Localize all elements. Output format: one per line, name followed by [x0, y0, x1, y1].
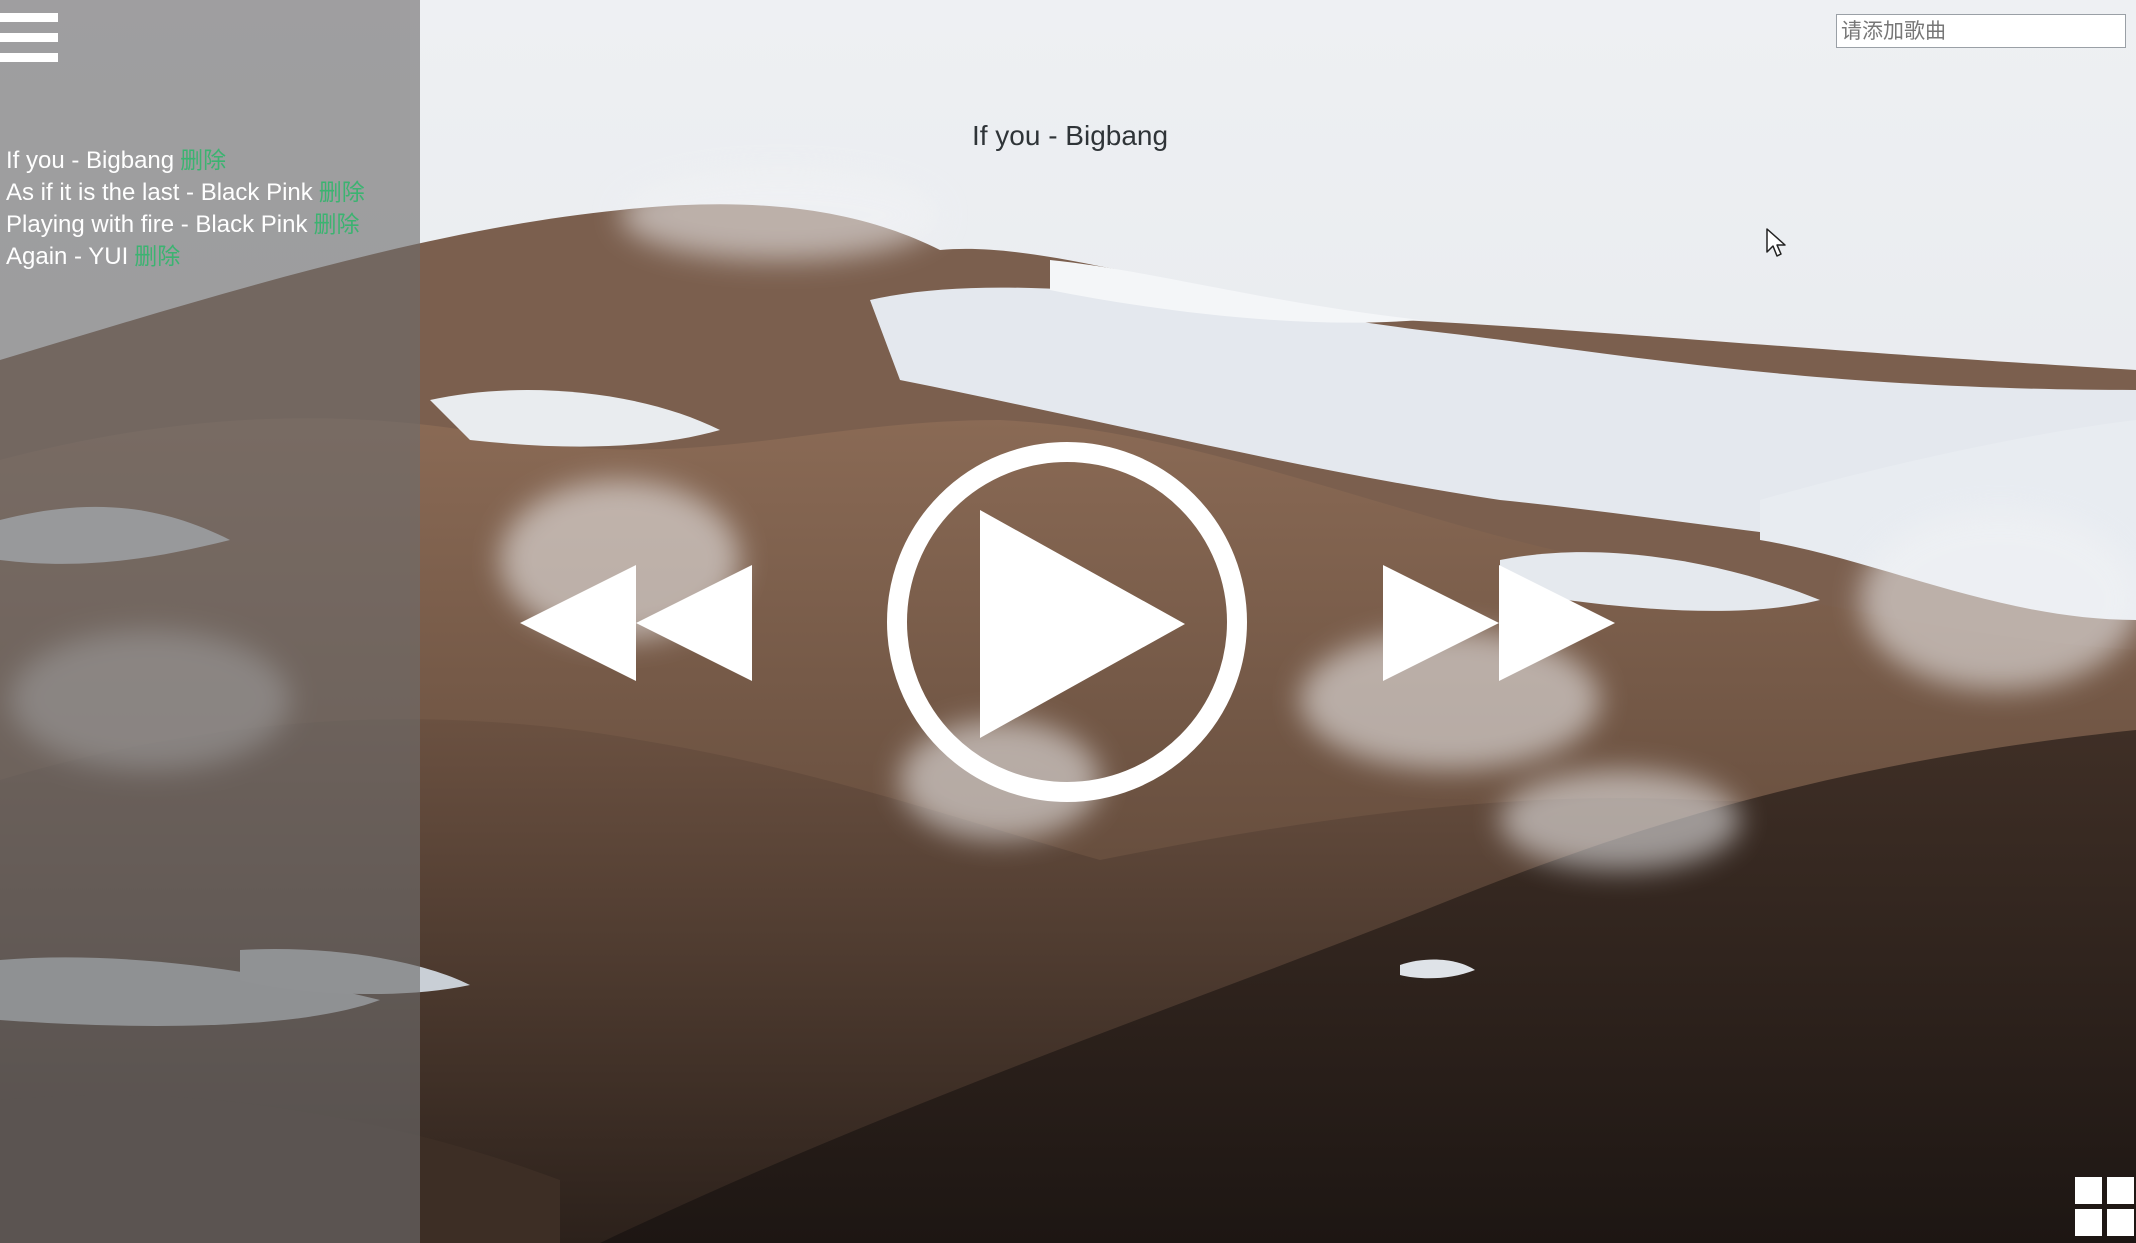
delete-link[interactable]: 删除: [313, 211, 359, 237]
song-title[interactable]: If you - Bigbang: [6, 147, 174, 174]
menu-icon[interactable]: [0, 10, 60, 66]
playlist-sidebar: If you - Bigbang 删除 As if it is the last …: [0, 0, 420, 1243]
grid-cell: [2107, 1177, 2134, 1204]
now-playing-title: If you - Bigbang: [971, 120, 1169, 151]
mouse-cursor-icon: [1766, 228, 1786, 257]
menu-bar: [0, 33, 58, 42]
delete-link[interactable]: 删除: [134, 243, 180, 269]
play-icon[interactable]: [885, 440, 1249, 804]
playlist: If you - Bigbang 删除 As if it is the last …: [6, 144, 365, 272]
playlist-item: If you - Bigbang 删除: [6, 144, 365, 176]
playlist-item: Again - YUI 删除: [6, 240, 365, 272]
grid-cell: [2075, 1177, 2102, 1204]
fast-forward-icon[interactable]: [1383, 565, 1615, 681]
grid-cell: [2075, 1209, 2102, 1236]
player-page: If you - Bigbang 删除 As if it is the last …: [0, 0, 2136, 1243]
menu-bar: [0, 13, 58, 22]
delete-link[interactable]: 删除: [180, 147, 226, 173]
playlist-item: Playing with fire - Black Pink 删除: [6, 208, 365, 240]
song-title[interactable]: As if it is the last - Black Pink: [6, 179, 313, 206]
song-title[interactable]: Again - YUI: [6, 243, 128, 270]
rewind-icon[interactable]: [520, 565, 752, 681]
menu-bar: [0, 53, 58, 62]
add-song-input[interactable]: [1836, 14, 2126, 48]
playlist-item: As if it is the last - Black Pink 删除: [6, 176, 365, 208]
grid-icon[interactable]: [2075, 1177, 2135, 1237]
grid-cell: [2107, 1209, 2134, 1236]
song-title[interactable]: Playing with fire - Black Pink: [6, 211, 307, 238]
delete-link[interactable]: 删除: [319, 179, 365, 205]
